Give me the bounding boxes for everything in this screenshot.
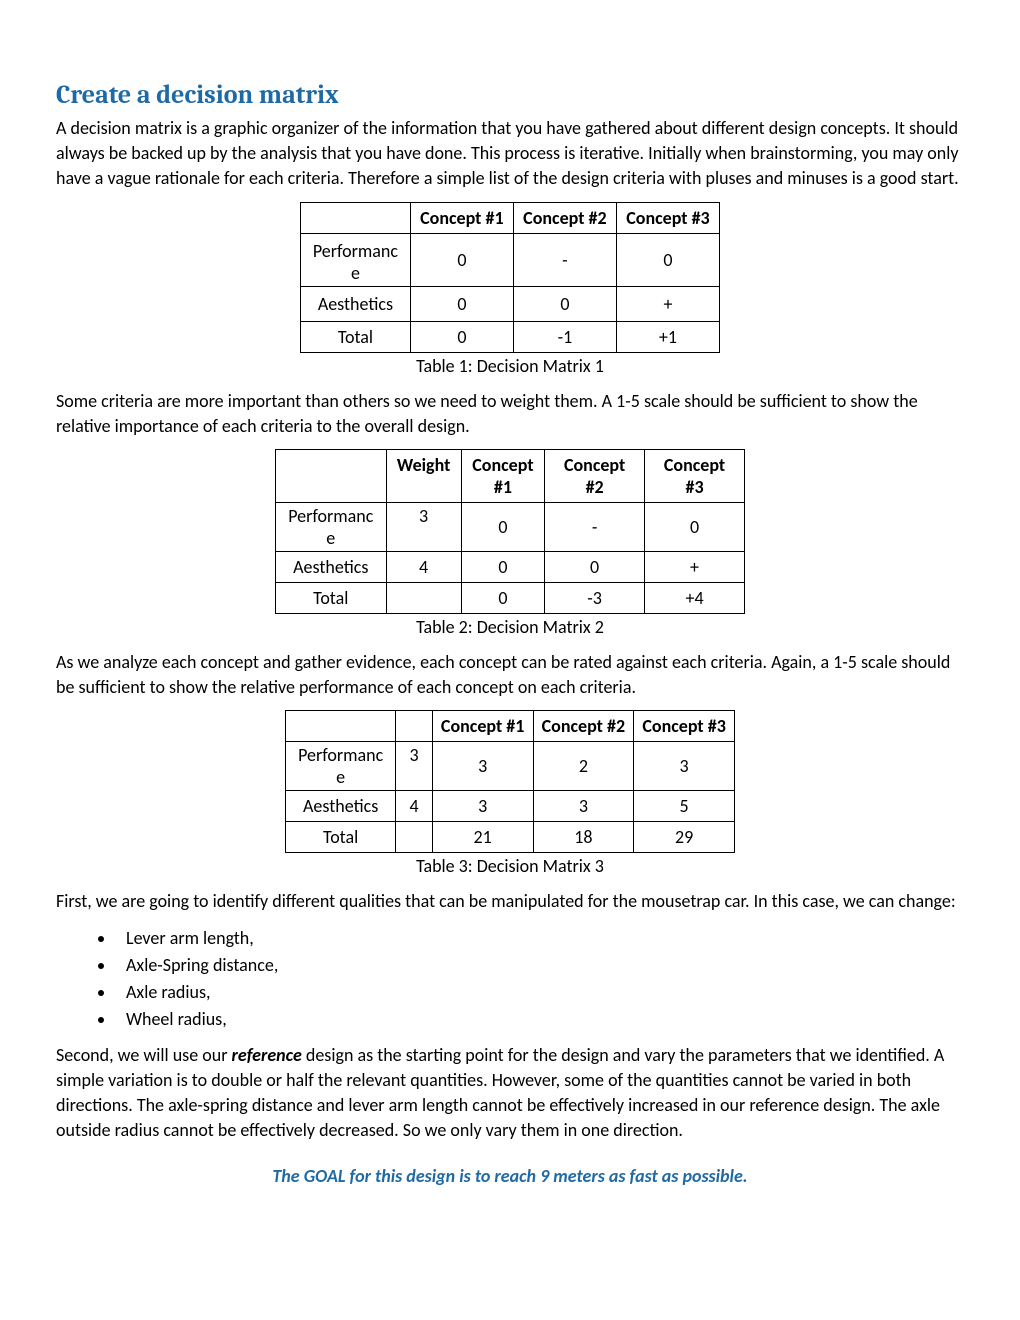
value-cell: +: [645, 551, 745, 582]
criteria-cell: Performance: [286, 742, 396, 791]
weight-cell: 3: [396, 742, 433, 791]
header-concept-2: Concept #2: [513, 202, 616, 233]
header-concept-2: Concept #2: [533, 711, 634, 742]
para5-pre: Second, we will use our: [56, 1044, 232, 1066]
table-header-row: Concept #1 Concept #2 Concept #3: [286, 711, 735, 742]
table-row: Aesthetics 0 0 +: [301, 286, 720, 321]
value-cell: 3: [533, 791, 634, 822]
value-cell: 0: [461, 502, 544, 551]
criteria-cell: Total: [276, 582, 387, 613]
intro-paragraph: A decision matrix is a graphic organizer…: [56, 116, 964, 192]
header-concept-3: Concept #3: [645, 449, 745, 502]
criteria-cell: Aesthetics: [286, 791, 396, 822]
table-caption-3: Table 3: Decision Matrix 3: [56, 855, 964, 877]
header-blank-2: [396, 711, 433, 742]
value-cell: 0: [410, 233, 513, 286]
value-cell: 3: [634, 742, 735, 791]
weight-paragraph: Some criteria are more important than ot…: [56, 389, 964, 439]
weight-cell: 3: [386, 502, 461, 551]
value-cell: 0: [645, 502, 745, 551]
value-cell: 0: [461, 551, 544, 582]
value-cell: +4: [645, 582, 745, 613]
weight-cell: [396, 822, 433, 853]
table-header-row: Weight Concept#1 Concept #2 Concept #3: [276, 449, 745, 502]
decision-matrix-3: Concept #1 Concept #2 Concept #3 Perform…: [285, 710, 735, 853]
rating-paragraph: As we analyze each concept and gather ev…: [56, 650, 964, 700]
reference-word: reference: [232, 1044, 302, 1066]
table-row: Total 0 -1 +1: [301, 321, 720, 352]
table-row: Aesthetics 4 0 0 +: [276, 551, 745, 582]
value-cell: -: [545, 502, 645, 551]
header-concept-2: Concept #2: [545, 449, 645, 502]
table-caption-2: Table 2: Decision Matrix 2: [56, 616, 964, 638]
decision-matrix-1: Concept #1 Concept #2 Concept #3 Perform…: [300, 202, 720, 353]
table-header-row: Concept #1 Concept #2 Concept #3: [301, 202, 720, 233]
criteria-cell: Performance: [301, 233, 411, 286]
list-item: Axle-Spring distance,: [116, 952, 964, 979]
decision-matrix-2: Weight Concept#1 Concept #2 Concept #3 P…: [275, 449, 745, 614]
table-row: Total 0 -3 +4: [276, 582, 745, 613]
qualities-paragraph: First, we are going to identify differen…: [56, 889, 964, 914]
value-cell: 18: [533, 822, 634, 853]
page: Create a decision matrix A decision matr…: [0, 0, 1020, 1320]
header-concept-3: Concept #3: [634, 711, 735, 742]
value-cell: 0: [513, 286, 616, 321]
weight-cell: 4: [386, 551, 461, 582]
weight-cell: [386, 582, 461, 613]
value-cell: +1: [616, 321, 719, 352]
value-cell: +: [616, 286, 719, 321]
table-row: Performance 3 3 2 3: [286, 742, 735, 791]
table-row: Aesthetics 4 3 3 5: [286, 791, 735, 822]
criteria-cell: Performance: [276, 502, 387, 551]
section-heading: Create a decision matrix: [56, 80, 964, 110]
list-item: Lever arm length,: [116, 925, 964, 952]
header-concept-1: Concept#1: [461, 449, 544, 502]
table-row: Total 21 18 29: [286, 822, 735, 853]
goal-statement: The GOAL for this design is to reach 9 m…: [56, 1165, 964, 1187]
header-blank: [276, 449, 387, 502]
value-cell: -1: [513, 321, 616, 352]
value-cell: -3: [545, 582, 645, 613]
header-blank: [301, 202, 411, 233]
header-concept-1: Concept #1: [410, 202, 513, 233]
list-item: Axle radius,: [116, 979, 964, 1006]
value-cell: 3: [432, 742, 533, 791]
value-cell: 3: [432, 791, 533, 822]
bullet-list: Lever arm length, Axle-Spring distance, …: [56, 925, 964, 1033]
criteria-cell: Aesthetics: [301, 286, 411, 321]
criteria-cell: Total: [286, 822, 396, 853]
header-blank: [286, 711, 396, 742]
value-cell: 0: [461, 582, 544, 613]
criteria-cell: Aesthetics: [276, 551, 387, 582]
value-cell: 5: [634, 791, 735, 822]
list-item: Wheel radius,: [116, 1006, 964, 1033]
table-row: Performance 3 0 - 0: [276, 502, 745, 551]
value-cell: -: [513, 233, 616, 286]
value-cell: 0: [545, 551, 645, 582]
reference-paragraph: Second, we will use our reference design…: [56, 1043, 964, 1144]
header-weight: Weight: [386, 449, 461, 502]
header-concept-1: Concept #1: [432, 711, 533, 742]
criteria-cell: Total: [301, 321, 411, 352]
weight-cell: 4: [396, 791, 433, 822]
value-cell: 21: [432, 822, 533, 853]
value-cell: 29: [634, 822, 735, 853]
value-cell: 2: [533, 742, 634, 791]
value-cell: 0: [616, 233, 719, 286]
value-cell: 0: [410, 321, 513, 352]
table-caption-1: Table 1: Decision Matrix 1: [56, 355, 964, 377]
header-concept-3: Concept #3: [616, 202, 719, 233]
value-cell: 0: [410, 286, 513, 321]
table-row: Performance 0 - 0: [301, 233, 720, 286]
